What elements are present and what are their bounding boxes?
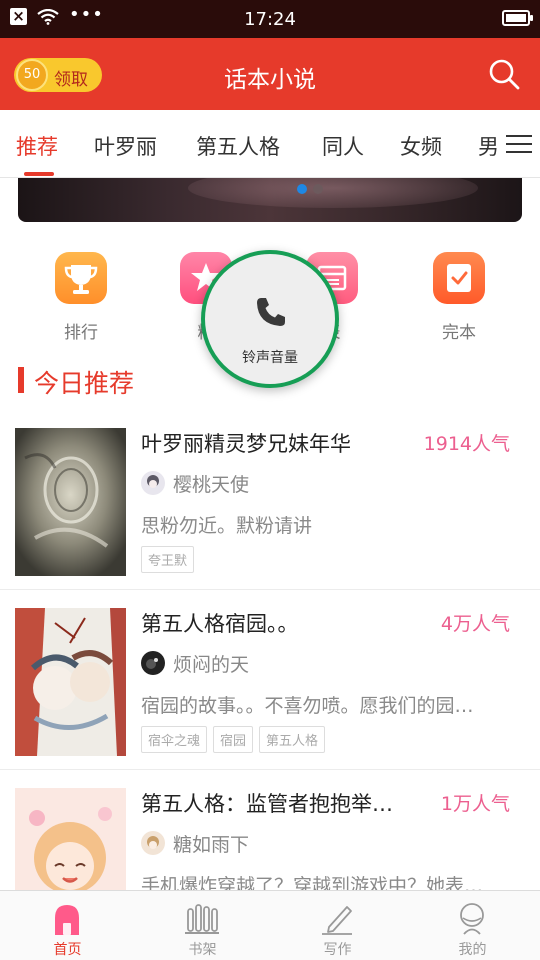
bookshelf-icon <box>185 904 219 934</box>
book-author: 烦闷的天 <box>173 654 250 676</box>
battery-icon <box>502 10 533 26</box>
book-title: 叶罗丽精灵梦兄妹年华 <box>141 432 351 456</box>
category-tabs: 推荐 叶罗丽 第五人格 同人 女频 男 <box>0 110 540 178</box>
tab-male[interactable]: 男 <box>478 131 499 161</box>
book-popularity: 1914人气 <box>423 433 510 455</box>
tab-female[interactable]: 女频 <box>400 131 442 161</box>
category-ranking-label: 排行 <box>64 323 98 343</box>
active-tab-indicator <box>24 172 54 176</box>
carousel-dot <box>313 184 323 194</box>
book-popularity: 1万人气 <box>440 793 510 815</box>
category-completed-label: 完本 <box>442 323 476 343</box>
author-avatar <box>141 471 165 495</box>
nav-profile[interactable]: 我的 <box>405 891 540 960</box>
book-title: 第五人格宿园。。 <box>141 612 299 636</box>
book-tag[interactable]: 夸王默 <box>141 546 195 573</box>
banner-image <box>188 178 478 208</box>
author-avatar <box>141 651 165 675</box>
category-ranking[interactable]: 排行 <box>36 252 126 343</box>
book-description: 思粉勿近。默粉请讲 <box>141 515 313 537</box>
nav-profile-label: 我的 <box>458 942 487 958</box>
tab-identity-v[interactable]: 第五人格 <box>196 131 280 161</box>
app-title: 话本小说 <box>224 67 316 93</box>
author-avatar <box>141 831 165 855</box>
status-time: 17:24 <box>244 9 296 30</box>
tab-recommend[interactable]: 推荐 <box>16 131 58 161</box>
book-tag[interactable]: 第五人格 <box>259 726 326 753</box>
nav-write-label: 写作 <box>323 942 352 958</box>
menu-icon[interactable] <box>506 134 532 154</box>
book-author: 糖如雨下 <box>173 834 250 856</box>
book-tag[interactable]: 宿园 <box>213 726 254 753</box>
nav-bookshelf-label: 书架 <box>188 942 217 958</box>
book-cover <box>15 428 126 576</box>
carousel-dot-active <box>297 184 307 194</box>
nav-bookshelf[interactable]: 书架 <box>135 891 270 960</box>
nav-home[interactable]: 首页 <box>0 891 135 960</box>
ringtone-volume-label: 铃声音量 <box>242 350 298 366</box>
book-cover <box>15 608 126 756</box>
pen-icon <box>322 906 352 935</box>
ringtone-volume-overlay[interactable]: 铃声音量 <box>201 250 339 388</box>
book-tags: 宿伞之魂 宿园 第五人格 <box>141 726 326 753</box>
book-tag[interactable]: 宿伞之魂 <box>141 726 208 753</box>
section-marker <box>18 367 24 393</box>
checkbook-icon <box>433 252 485 304</box>
search-icon[interactable] <box>488 58 520 90</box>
status-bar: × ••• 17:24 <box>0 0 540 38</box>
tab-fanfic[interactable]: 同人 <box>322 131 364 161</box>
book-title: 第五人格：监管者抱抱举… <box>141 792 393 816</box>
app-header: 50 领取 话本小说 <box>0 38 540 110</box>
book-popularity: 4万人气 <box>440 613 510 635</box>
nav-write[interactable]: 写作 <box>270 891 405 960</box>
book-author: 樱桃天使 <box>173 474 250 496</box>
book-tags: 夸王默 <box>141 546 195 573</box>
section-title: 今日推荐 <box>34 369 135 398</box>
nav-home-label: 首页 <box>53 942 82 958</box>
profile-icon <box>460 903 484 935</box>
bottom-nav: 首页 书架 写作 我的 <box>0 890 540 960</box>
tab-yeluoli[interactable]: 叶罗丽 <box>94 131 157 161</box>
book-description: 宿园的故事。。不喜勿喷。愿我们的园… <box>141 695 474 717</box>
category-completed[interactable]: 完本 <box>414 252 504 343</box>
banner-carousel[interactable] <box>18 178 522 222</box>
home-icon <box>55 905 79 935</box>
phone-icon <box>257 298 285 326</box>
trophy-icon <box>55 252 107 304</box>
book-item[interactable]: 叶罗丽精灵梦兄妹年华 1914人气 樱桃天使 思粉勿近。默粉请讲 夸王默 <box>0 410 540 590</box>
book-item[interactable]: 第五人格宿园。。 4万人气 烦闷的天 宿园的故事。。不喜勿喷。愿我们的园… 宿伞… <box>0 590 540 770</box>
